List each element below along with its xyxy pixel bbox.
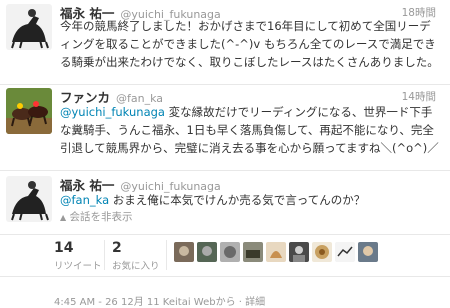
tweet-body: おまえ俺に本気でけんか売る気で言ってんのか？ (109, 193, 366, 207)
timestamp[interactable]: 14時間 (402, 89, 436, 104)
user-avatar[interactable] (266, 242, 286, 262)
avatar[interactable] (6, 176, 52, 222)
favorites-count[interactable]: 2 (112, 240, 122, 256)
user-avatar[interactable] (289, 242, 309, 262)
collapse-icon: ▲ (60, 213, 67, 222)
divider (166, 240, 167, 270)
divider (0, 276, 450, 277)
user-avatar[interactable] (174, 242, 194, 262)
favorites-label[interactable]: お気に入り (112, 258, 160, 272)
user-avatar[interactable] (220, 242, 240, 262)
user-avatar[interactable] (335, 242, 355, 262)
tweet-text: 今年の競馬終了しました！おかげさまで16年目にして初めて全国リーディングを取るこ… (60, 19, 439, 69)
hide-conversation-link[interactable]: ▲ 会話を非表示 (60, 209, 133, 224)
retweets-label[interactable]: リツイート (54, 258, 102, 272)
tweet-text: @fan_ka おまえ俺に本気でけんか売る気で言ってんのか？ (60, 191, 440, 209)
retweets-count[interactable]: 14 (54, 240, 73, 256)
user-avatar[interactable] (197, 242, 217, 262)
avatar[interactable] (6, 88, 52, 134)
user-avatar[interactable] (312, 242, 332, 262)
tweet-3: 福永 祐一 @yuichi_fukunaga @fan_ka おまえ俺に本気でけん… (0, 170, 450, 230)
user-avatar[interactable] (243, 242, 263, 262)
user-avatar[interactable] (358, 242, 378, 262)
divider (0, 234, 450, 235)
mention-link[interactable]: @yuichi_fukunaga (60, 105, 165, 119)
avatar[interactable] (6, 4, 52, 50)
hide-conversation-label: 会話を非表示 (69, 211, 133, 223)
tweet-1: 福永 祐一 @yuichi_fukunaga 18時間 今年の競馬終了しました！お… (0, 0, 450, 84)
divider (104, 240, 105, 270)
tweet-text: @yuichi_fukunaga 変な縁故だけでリーディングになる、世界一ド下手… (60, 103, 440, 157)
mention-link[interactable]: @fan_ka (60, 193, 109, 207)
tweet-2: ファンカ @fan_ka 14時間 @yuichi_fukunaga 変な縁故だけ… (0, 84, 450, 170)
tweet-meta: 4:45 AM - 26 12月 11 Keitai Webから · 詳細 (54, 297, 266, 308)
